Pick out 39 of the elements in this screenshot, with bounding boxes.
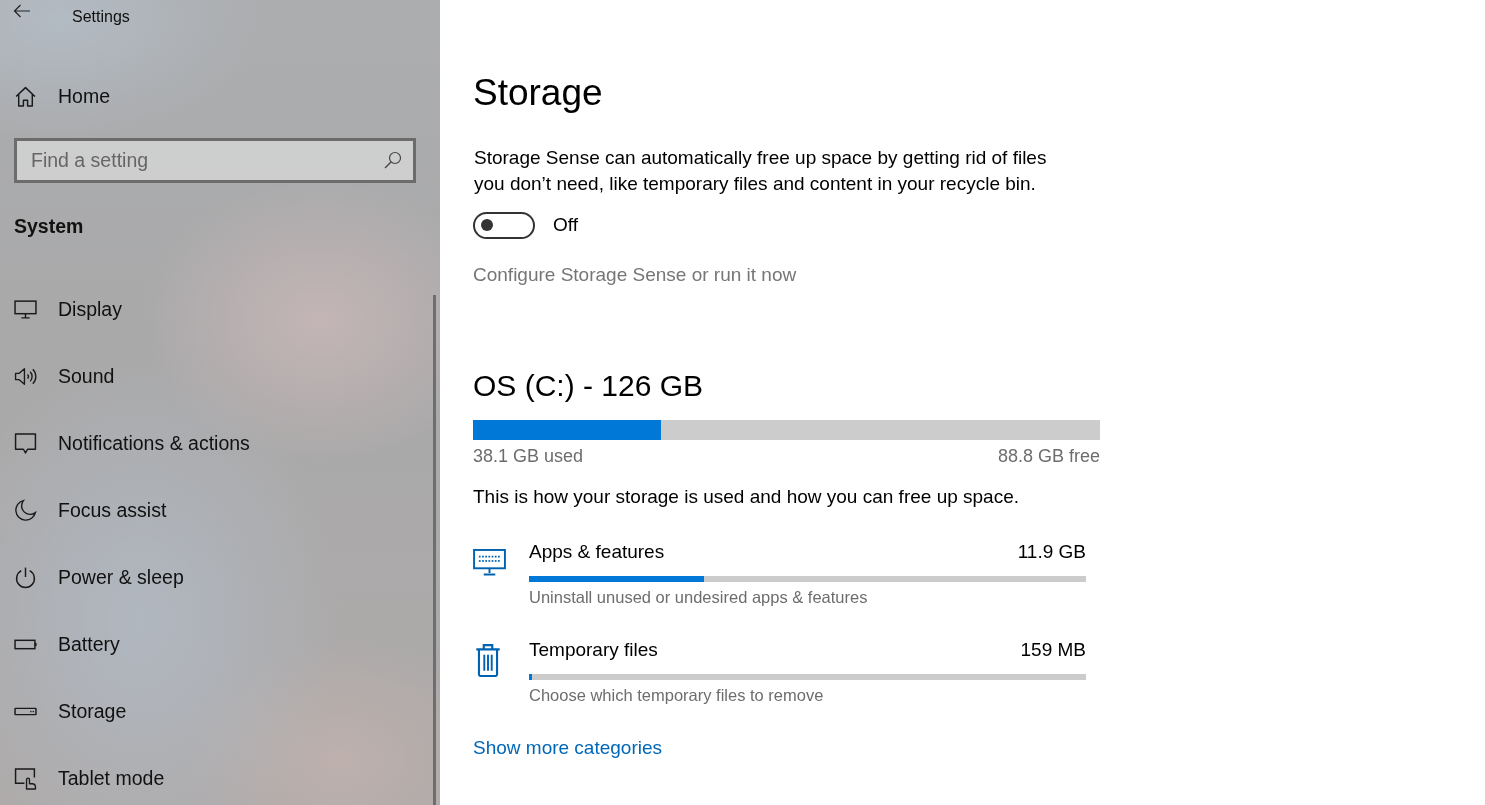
sidebar-item[interactable]: Battery	[0, 620, 430, 668]
category-hint: Choose which temporary files to remove	[529, 685, 824, 705]
sidebar-item[interactable]: Tablet mode	[0, 754, 430, 802]
section-heading: System	[14, 214, 85, 239]
monitor-keyboard-icon	[473, 549, 506, 576]
power-icon	[14, 565, 37, 589]
back-button[interactable]	[13, 4, 31, 18]
category-hint: Uninstall unused or undesired apps & features	[529, 587, 868, 607]
page-title: Storage	[473, 71, 603, 115]
category-name[interactable]: Apps & features	[529, 541, 665, 563]
description-text: Storage Sense can automatically free up space by getting rid of files you don’t need, like temporary files and content in your recycle bin.	[474, 146, 1048, 196]
home-icon	[14, 84, 37, 108]
window-title: Settings	[72, 8, 130, 26]
toggle-switch[interactable]	[473, 211, 535, 239]
search-icon	[384, 151, 402, 169]
summary-text: This is how your storage is used and how you can free up space.	[473, 485, 1020, 509]
trash-icon	[475, 643, 501, 677]
moon-icon	[14, 498, 37, 522]
home-item[interactable]: Home	[0, 72, 430, 120]
sidebar-item[interactable]: Notifications & actions	[0, 419, 430, 467]
monitor-icon	[14, 297, 37, 321]
show-more-link[interactable]: Show more categories	[473, 737, 663, 759]
free-space-text: 88.8 GB free	[997, 445, 1100, 467]
category-name[interactable]: Temporary files	[529, 639, 658, 661]
scrollbar[interactable]	[433, 295, 436, 805]
category-size: 159 MB	[1020, 639, 1086, 661]
sidebar-item[interactable]: Power & sleep	[0, 553, 430, 601]
sidebar-item[interactable]: Focus assist	[0, 486, 430, 534]
drive-title: OS (C:) - 126 GB	[473, 368, 704, 404]
sidebar-item[interactable]: Sound	[0, 352, 430, 400]
back-arrow-icon	[13, 4, 31, 18]
toggle-label: Off	[553, 214, 578, 236]
used-space-text: 38.1 GB used	[473, 445, 584, 467]
search-field[interactable]: Find a setting	[14, 138, 416, 183]
sidebar-item[interactable]: Storage	[0, 687, 430, 735]
tablet-hand-icon	[14, 766, 37, 790]
category-size: 11.9 GB	[1017, 541, 1086, 563]
speech-bubble-icon	[14, 431, 37, 455]
sidebar-item[interactable]: Display	[0, 285, 430, 333]
